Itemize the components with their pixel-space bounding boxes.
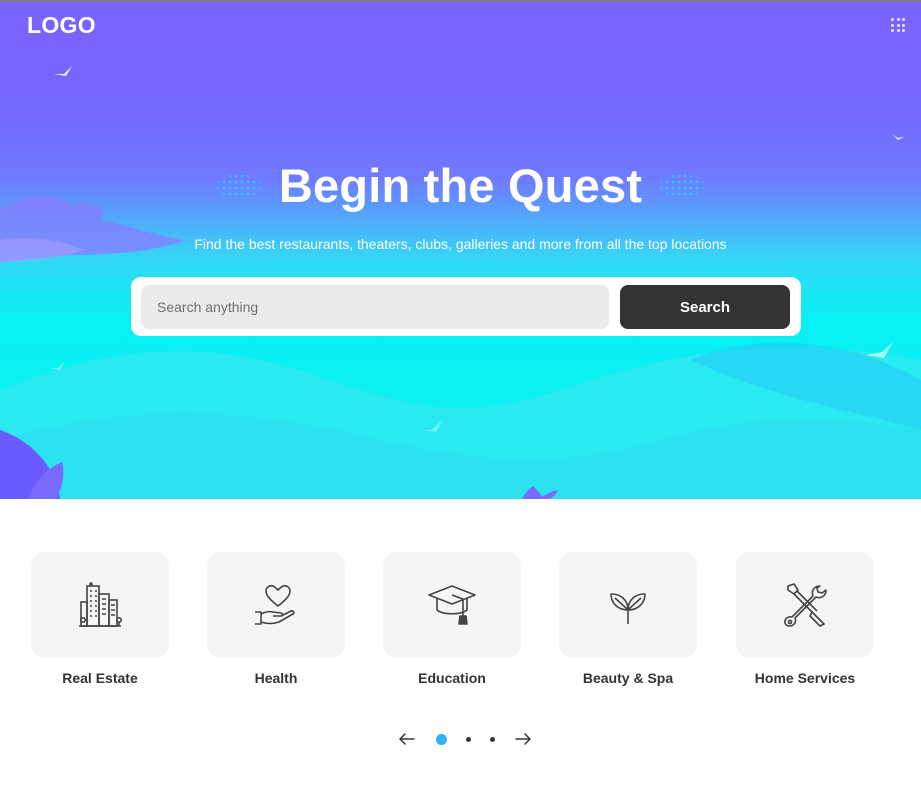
- arrow-left-icon[interactable]: [398, 730, 416, 748]
- category-real-estate[interactable]: Real Estate: [31, 552, 169, 686]
- pager-dot-2[interactable]: [466, 737, 471, 742]
- category-card[interactable]: [736, 552, 874, 658]
- heart-hand-icon: [255, 584, 295, 625]
- pager-dot-1[interactable]: [436, 734, 447, 745]
- category-card[interactable]: [207, 552, 345, 658]
- search-button[interactable]: Search: [620, 285, 790, 329]
- hero-subtitle: Find the best restaurants, theaters, clu…: [194, 236, 727, 252]
- hero-title-row: Begin the Quest: [0, 158, 921, 213]
- category-education[interactable]: Education: [383, 552, 521, 686]
- search-input[interactable]: [141, 285, 609, 329]
- window-top-border: [0, 0, 921, 2]
- logo[interactable]: LOGO: [27, 12, 96, 39]
- tools-icon: [784, 583, 827, 627]
- category-label: Real Estate: [62, 670, 138, 686]
- search-bar: Search: [131, 277, 801, 336]
- category-list: Real Estate Health Education Beauty & Sp…: [0, 552, 921, 692]
- category-home-services[interactable]: Home Services: [736, 552, 874, 686]
- hero-title: Begin the Quest: [278, 159, 643, 212]
- apps-grid-icon[interactable]: [891, 18, 905, 32]
- category-beauty-spa[interactable]: Beauty & Spa: [559, 552, 697, 686]
- category-label: Beauty & Spa: [582, 670, 674, 686]
- dot-pattern-right-icon: [658, 172, 707, 199]
- category-card[interactable]: [31, 552, 169, 658]
- category-card[interactable]: [383, 552, 521, 658]
- arrow-right-icon[interactable]: [514, 730, 532, 748]
- graduation-cap-icon: [428, 585, 476, 625]
- hero-banner: LOGO Begin the Quest Find the best resta…: [0, 0, 921, 499]
- carousel-pager: [0, 728, 921, 750]
- category-health[interactable]: Health: [207, 552, 345, 686]
- category-label: Home Services: [754, 670, 856, 686]
- category-label: Health: [254, 670, 298, 686]
- dot-pattern-left-icon: [214, 172, 263, 199]
- category-label: Education: [418, 670, 486, 686]
- pager-dot-3[interactable]: [490, 737, 495, 742]
- buildings-icon: [79, 582, 122, 627]
- sprout-icon: [610, 593, 646, 624]
- category-card[interactable]: [559, 552, 697, 658]
